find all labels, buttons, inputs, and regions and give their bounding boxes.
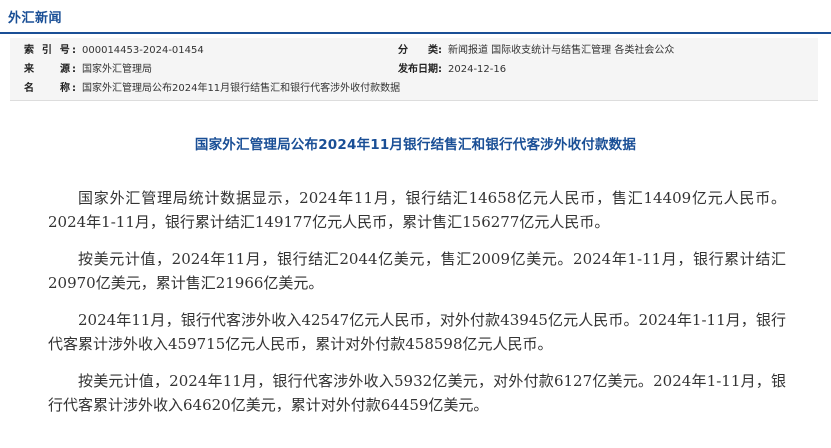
article-paragraph: 按美元计值，2024年11月，银行代客涉外收入5932亿美元，对外付款6127亿… <box>48 372 786 414</box>
article-body: 国家外汇管理局统计数据显示，2024年11月，银行结汇14658亿元人民币，售汇… <box>48 186 786 430</box>
metadata-box: 索 引 号: 000014453-2024-01454 来 源: 国家外汇管理局 名… <box>10 38 818 101</box>
meta-name-row: 名 称: 国家外汇管理局公布2024年11月银行结售汇和银行代客涉外收付款数据 <box>24 82 400 96</box>
article-title: 国家外汇管理局公布2024年11月银行结售汇和银行代客涉外收付款数据 <box>194 137 637 153</box>
meta-category-value: 新闻报道 国际收支统计与结售汇管理 各类社会公众 <box>448 45 675 56</box>
meta-date-label: 发布日期: <box>398 64 442 75</box>
meta-category-row: 分 类: 新闻报道 国际收支统计与结售汇管理 各类社会公众 <box>398 44 674 58</box>
article-paragraph: 按美元计值，2024年11月，银行结汇2044亿美元，售汇2009亿美元。202… <box>48 250 786 292</box>
meta-index-label: 索 引 号: <box>24 45 76 56</box>
meta-source-row: 来 源: 国家外汇管理局 <box>24 63 152 77</box>
meta-index-value: 000014453-2024-01454 <box>82 45 204 56</box>
meta-name-label: 名 称: <box>24 83 76 94</box>
article-paragraph: 国家外汇管理局统计数据显示，2024年11月，银行结汇14658亿元人民币，售汇… <box>48 189 786 231</box>
meta-date-row: 发布日期: 2024-12-16 <box>398 63 506 77</box>
meta-date-value: 2024-12-16 <box>448 64 507 75</box>
meta-category-label: 分 类: <box>398 45 442 56</box>
meta-name-value: 国家外汇管理局公布2024年11月银行结售汇和银行代客涉外收付款数据 <box>82 83 401 94</box>
article-paragraph: 2024年11月，银行代客涉外收入42547亿元人民币，对外付款43945亿元人… <box>48 311 786 353</box>
section-header: 外汇新闻 <box>0 0 831 34</box>
meta-index-row: 索 引 号: 000014453-2024-01454 <box>24 44 204 58</box>
section-title[interactable]: 外汇新闻 <box>8 7 62 26</box>
meta-source-value: 国家外汇管理局 <box>82 64 152 75</box>
meta-source-label: 来 源: <box>24 64 76 75</box>
